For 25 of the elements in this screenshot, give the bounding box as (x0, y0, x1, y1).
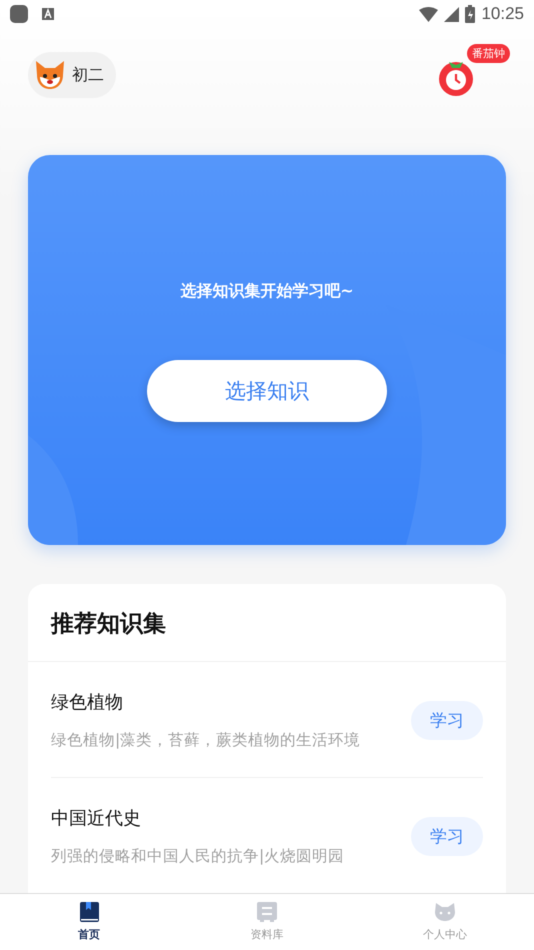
set-title: 绿色植物 (51, 691, 124, 714)
set-title: 中国近代史 (51, 807, 142, 830)
fox-icon (34, 59, 66, 91)
cabinet-icon (257, 902, 277, 922)
set-description: 列强的侵略和中国人民的抗争|火烧圆明园 (51, 846, 346, 867)
nav-tab[interactable]: 首页 (0, 894, 178, 950)
study-button[interactable]: 学习 (411, 817, 483, 856)
time-text: 10:25 (481, 4, 524, 24)
cat-icon (434, 902, 456, 922)
choose-knowledge-button[interactable]: 选择知识 (147, 360, 387, 422)
grade-selector[interactable]: 初二 (28, 52, 116, 98)
nav-tab[interactable]: 资料库 (178, 894, 356, 950)
section-title: 推荐知识集 (28, 584, 506, 662)
wifi-icon (419, 6, 438, 22)
app-icon (10, 5, 28, 23)
signal-icon (444, 6, 460, 22)
keyboard-icon (42, 8, 54, 20)
book-icon (80, 902, 98, 922)
nav-tab[interactable]: 个人中心 (356, 894, 534, 950)
study-button[interactable]: 学习 (411, 701, 483, 740)
set-description: 绿色植物|藻类，苔藓，蕨类植物的生活环境 (51, 730, 362, 751)
timer-badge: 番茄钟 (467, 44, 510, 63)
start-prompt: 选择知识集开始学习吧~ (180, 281, 354, 302)
grade-label: 初二 (72, 64, 104, 86)
battery-icon (465, 5, 476, 23)
